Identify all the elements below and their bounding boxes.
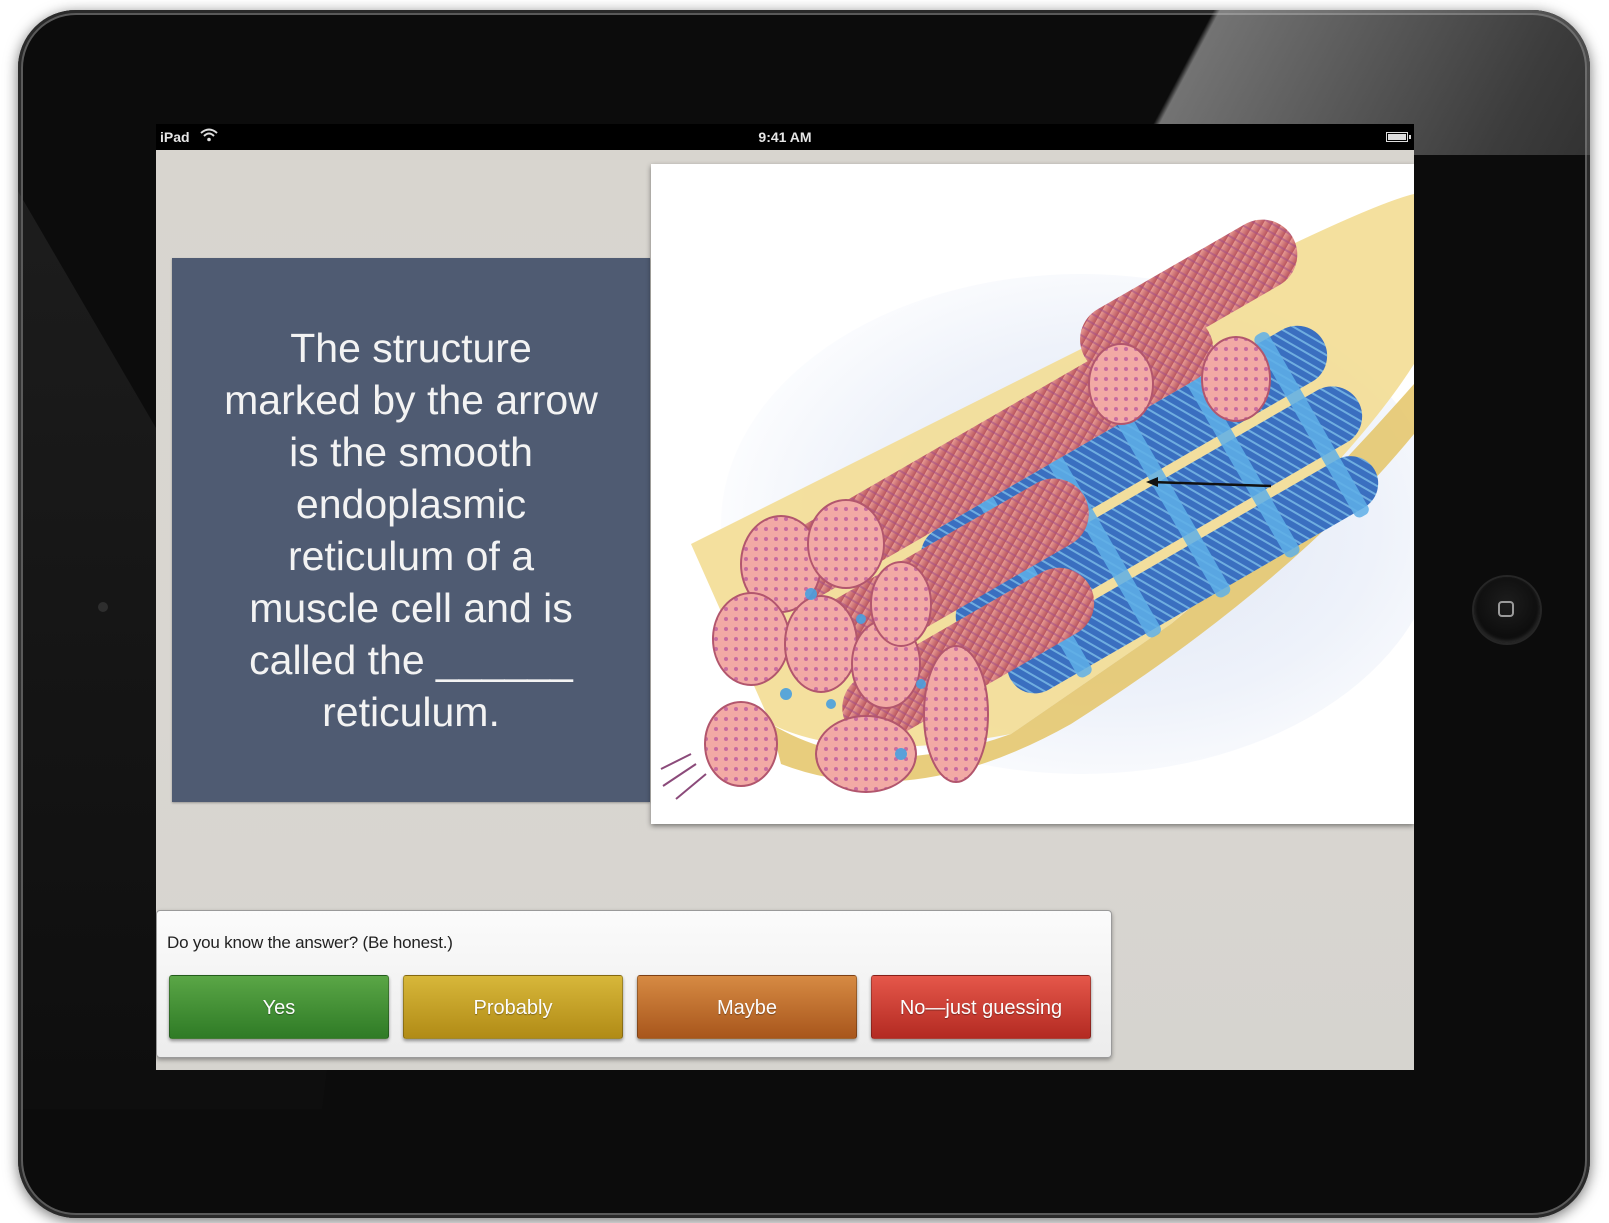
battery-icon xyxy=(1386,132,1411,142)
yes-button[interactable]: Yes xyxy=(169,975,389,1039)
front-camera xyxy=(98,602,108,612)
no-just-guessing-button[interactable]: No—just guessing xyxy=(871,975,1091,1039)
answer-prompt-label: Do you know the answer? (Be honest.) xyxy=(167,933,453,952)
probably-button[interactable]: Probably xyxy=(403,975,623,1039)
muscle-fiber-illustration xyxy=(651,164,1414,824)
question-text: The structure marked by the arrow is the… xyxy=(224,325,598,735)
flashcard-content: The structure marked by the arrow is the… xyxy=(156,150,1414,1070)
answer-confidence-panel: Do you know the answer? (Be honest.) Yes… xyxy=(156,910,1112,1058)
home-button-icon xyxy=(1498,601,1514,617)
ipad-screen: iPad 9:41 AM The structure marked by the… xyxy=(156,124,1414,1070)
status-time: 9:41 AM xyxy=(758,129,812,145)
status-bar: iPad 9:41 AM xyxy=(156,124,1414,150)
question-panel: The structure marked by the arrow is the… xyxy=(172,258,650,802)
muscle-fiber-figure xyxy=(651,164,1414,824)
maybe-button[interactable]: Maybe xyxy=(637,975,857,1039)
home-button[interactable] xyxy=(1474,577,1540,643)
